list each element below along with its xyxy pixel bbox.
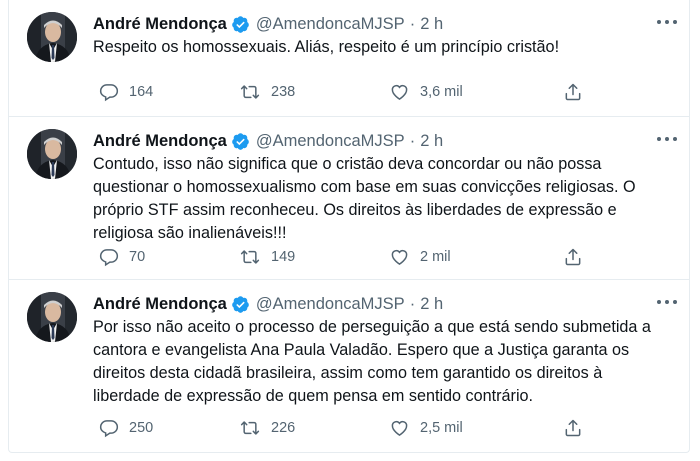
- share-button[interactable]: [563, 416, 593, 440]
- separator: ·: [409, 294, 416, 313]
- like-button[interactable]: 2 mil: [389, 245, 451, 269]
- tweet-header: André Mendonça @AmendoncaMJSP · 2 h: [93, 293, 443, 315]
- share-icon: [565, 248, 581, 266]
- more-options-icon[interactable]: [657, 298, 677, 306]
- share-button[interactable]: [563, 245, 593, 269]
- retweet-button[interactable]: 226: [239, 416, 295, 440]
- separator: ·: [409, 14, 416, 33]
- reply-icon: [99, 420, 119, 438]
- reply-count: 250: [129, 420, 154, 436]
- reply-button[interactable]: 70: [99, 245, 145, 269]
- retweet-count: 149: [271, 249, 296, 265]
- timestamp[interactable]: 2 h: [420, 295, 443, 314]
- tweet-actions: 70 149 2 mil: [93, 245, 593, 269]
- like-icon: [391, 250, 408, 265]
- tweet[interactable]: André Mendonça @AmendoncaMJSP · 2 h Cont…: [9, 117, 689, 280]
- author-handle[interactable]: @AmendoncaMJSP: [256, 295, 405, 314]
- reply-icon: [99, 249, 119, 267]
- tweet-text: Por isso não aceito o processo de perseg…: [93, 318, 651, 405]
- tweet[interactable]: André Mendonça @AmendoncaMJSP · 2 h Por …: [9, 280, 689, 452]
- more-options-icon[interactable]: [657, 135, 677, 143]
- avatar[interactable]: [27, 129, 77, 179]
- like-count: 2,5 mil: [420, 420, 463, 436]
- reply-icon: [99, 84, 119, 102]
- share-icon: [565, 419, 581, 437]
- timestamp[interactable]: 2 h: [420, 132, 443, 151]
- retweet-button[interactable]: 149: [239, 245, 295, 269]
- reply-button[interactable]: 164: [99, 80, 153, 104]
- more-options-icon[interactable]: [657, 18, 677, 26]
- verified-badge-icon: [231, 295, 250, 314]
- author-name[interactable]: André Mendonça: [93, 132, 227, 151]
- retweet-icon: [240, 250, 260, 264]
- tweet-text: Respeito os homossexuais. Aliás, respeit…: [93, 38, 560, 56]
- timestamp[interactable]: 2 h: [420, 15, 443, 34]
- retweet-count: 238: [271, 84, 296, 100]
- share-icon: [565, 83, 581, 101]
- like-count: 2 mil: [420, 249, 451, 265]
- reply-button[interactable]: 250: [99, 416, 153, 440]
- verified-badge-icon: [231, 15, 250, 34]
- author-handle[interactable]: @AmendoncaMJSP: [256, 15, 405, 34]
- tweet-actions: 250 226 2,5 mil: [93, 416, 593, 440]
- retweet-icon: [240, 85, 260, 99]
- tweet-thread: André Mendonça @AmendoncaMJSP · 2 h Resp…: [8, 0, 690, 453]
- tweet[interactable]: André Mendonça @AmendoncaMJSP · 2 h Resp…: [9, 0, 689, 117]
- tweet-text: Contudo, isso não significa que o cristã…: [93, 155, 636, 242]
- author-handle[interactable]: @AmendoncaMJSP: [256, 132, 405, 151]
- like-icon: [391, 85, 408, 100]
- share-button[interactable]: [563, 80, 593, 104]
- retweet-button[interactable]: 238: [239, 80, 295, 104]
- retweet-count: 226: [271, 420, 296, 436]
- like-count: 3,6 mil: [420, 84, 463, 100]
- reply-count: 70: [129, 249, 146, 265]
- tweet-actions: 164 238 3,6 mil: [93, 80, 593, 104]
- author-name[interactable]: André Mendonça: [93, 15, 227, 34]
- like-button[interactable]: 2,5 mil: [389, 416, 463, 440]
- reply-count: 164: [129, 84, 154, 100]
- like-icon: [391, 421, 408, 436]
- tweet-header: André Mendonça @AmendoncaMJSP · 2 h: [93, 13, 443, 35]
- avatar[interactable]: [27, 12, 77, 62]
- like-button[interactable]: 3,6 mil: [389, 80, 463, 104]
- retweet-icon: [240, 421, 260, 435]
- avatar[interactable]: [27, 292, 77, 342]
- separator: ·: [409, 131, 416, 150]
- tweet-header: André Mendonça @AmendoncaMJSP · 2 h: [93, 130, 443, 152]
- author-name[interactable]: André Mendonça: [93, 295, 227, 314]
- verified-badge-icon: [231, 132, 250, 151]
